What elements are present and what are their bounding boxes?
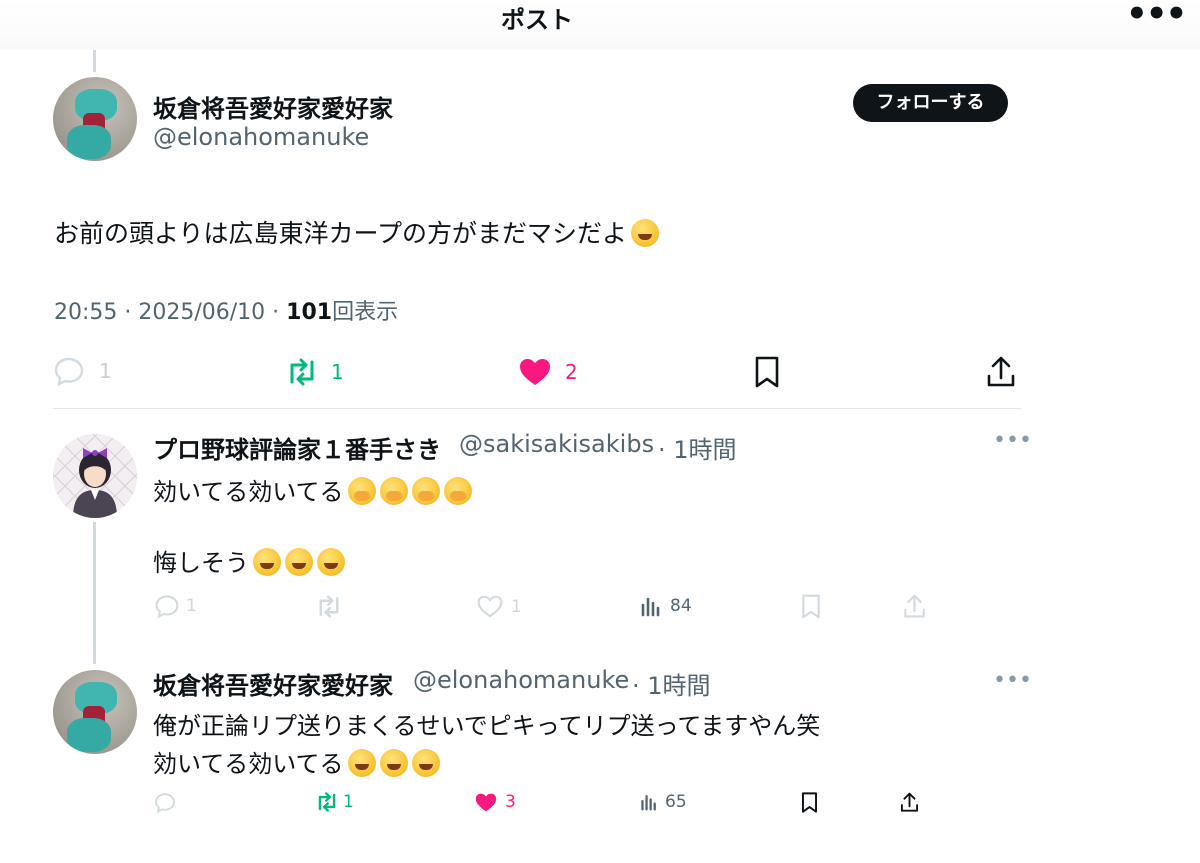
laughing-emoji-icon [253, 548, 281, 576]
like-count: 2 [565, 360, 578, 384]
reply-count: 1 [186, 596, 197, 616]
reply-more-icon[interactable]: ••• [993, 668, 1032, 693]
reply-time[interactable]: · 1時間 [632, 666, 711, 701]
bookmark-button[interactable] [801, 594, 821, 619]
more-options-icon[interactable]: ••• [1126, 0, 1187, 34]
laughing-emoji-icon [317, 548, 345, 576]
author-handle[interactable]: @elonahomanuke [153, 123, 369, 151]
hand-over-mouth-emoji-icon [443, 477, 472, 505]
heart-icon [520, 359, 550, 385]
bookmark-button[interactable] [801, 792, 818, 813]
reply-icon [155, 793, 175, 813]
analytics-icon [641, 597, 660, 617]
share-icon [904, 594, 925, 618]
avatar[interactable] [53, 434, 137, 518]
reply-icon [54, 357, 84, 386]
thread-line-top [93, 50, 96, 72]
bookmark-icon [801, 792, 818, 813]
reply-icon [155, 595, 179, 618]
laughing-emoji-icon [379, 749, 408, 777]
like-count: 1 [511, 596, 522, 617]
reply-author-handle[interactable]: @elonahomanuke [413, 666, 629, 694]
repost-icon [319, 595, 339, 618]
views-button[interactable]: 84 [640, 595, 692, 617]
post-timestamp[interactable]: 20:55 · 2025/06/10 · [54, 300, 286, 325]
analytics-icon [641, 795, 656, 811]
share-button[interactable] [903, 594, 926, 619]
views-button[interactable]: 65 [640, 792, 687, 812]
reply-time[interactable]: · 1時間 [658, 430, 737, 465]
share-icon [987, 356, 1015, 387]
reply-text-line-1: 俺が正論リプ送りまくるせいでピキってリプ送ってますやん笑 [153, 712, 821, 740]
reply-count: 1 [99, 359, 112, 383]
reply-text: 効いてる効いてる [153, 750, 344, 778]
hand-over-mouth-emoji-icon [347, 477, 376, 505]
reply-author-handle[interactable]: @sakisakisakibs [459, 430, 654, 458]
reply-text: 効いてる効いてる [153, 478, 344, 506]
post-text-content: お前の頭よりは広島東洋カープの方がまだマシだよ [54, 219, 628, 248]
reply-text-line-2: 効いてる効いてる [153, 744, 440, 779]
repost-icon [318, 792, 336, 812]
post-text: お前の頭よりは広島東洋カープの方がまだマシだよ [54, 214, 660, 250]
repost-count: 1 [331, 360, 344, 384]
avatar[interactable] [53, 77, 137, 161]
heart-icon [475, 793, 497, 811]
like-button[interactable]: 2 [519, 358, 578, 386]
heart-icon [477, 595, 503, 618]
thread-line-reply [93, 522, 96, 664]
reply-text-line-2: 悔しそう [153, 543, 345, 578]
views-count: 65 [665, 792, 687, 812]
reply-button[interactable]: 1 [53, 356, 112, 386]
repost-icon [290, 358, 314, 386]
laughing-emoji-icon [411, 749, 440, 777]
repost-button[interactable]: 1 [315, 792, 354, 812]
laughing-emoji-icon [285, 548, 313, 576]
bookmark-icon [802, 594, 820, 619]
reply-button[interactable] [154, 792, 176, 813]
views-count: 84 [670, 596, 692, 616]
hand-over-mouth-emoji-icon [411, 477, 440, 505]
reply-author-name[interactable]: 坂倉将吾愛好家愛好家 [153, 666, 393, 701]
like-button[interactable]: 3 [475, 792, 516, 812]
like-count: 3 [505, 792, 516, 812]
reply-text-line-1: 効いてる効いてる [153, 472, 472, 507]
page-title: ポスト [501, 6, 573, 34]
hand-over-mouth-emoji-icon [379, 477, 408, 505]
bookmark-icon [755, 356, 779, 388]
anime-girl-avatar-icon [53, 434, 137, 518]
view-count: 101 [286, 300, 333, 325]
laughing-emoji-icon [631, 219, 660, 247]
views-label: 回表示 [332, 300, 399, 325]
avatar[interactable] [53, 670, 137, 754]
repost-count: 1 [343, 792, 354, 812]
repost-button[interactable] [315, 595, 343, 618]
reply-more-icon[interactable]: ••• [993, 428, 1032, 453]
share-button[interactable] [986, 356, 1016, 388]
share-icon [900, 792, 919, 812]
bookmark-button[interactable] [754, 356, 780, 388]
repost-button[interactable]: 1 [285, 358, 344, 386]
share-button[interactable] [900, 792, 919, 813]
post-meta: 20:55 · 2025/06/10 · 101回表示 [54, 294, 398, 326]
reply-author-name[interactable]: プロ野球評論家１番手さき [153, 430, 441, 465]
reply-text: 悔しそう [153, 549, 249, 577]
divider [53, 408, 1021, 409]
like-button[interactable]: 1 [477, 595, 522, 618]
follow-button[interactable]: フォローする [853, 84, 1008, 122]
laughing-emoji-icon [347, 749, 376, 777]
reply-button[interactable]: 1 [154, 594, 197, 618]
author-name[interactable]: 坂倉将吾愛好家愛好家 [153, 89, 393, 124]
